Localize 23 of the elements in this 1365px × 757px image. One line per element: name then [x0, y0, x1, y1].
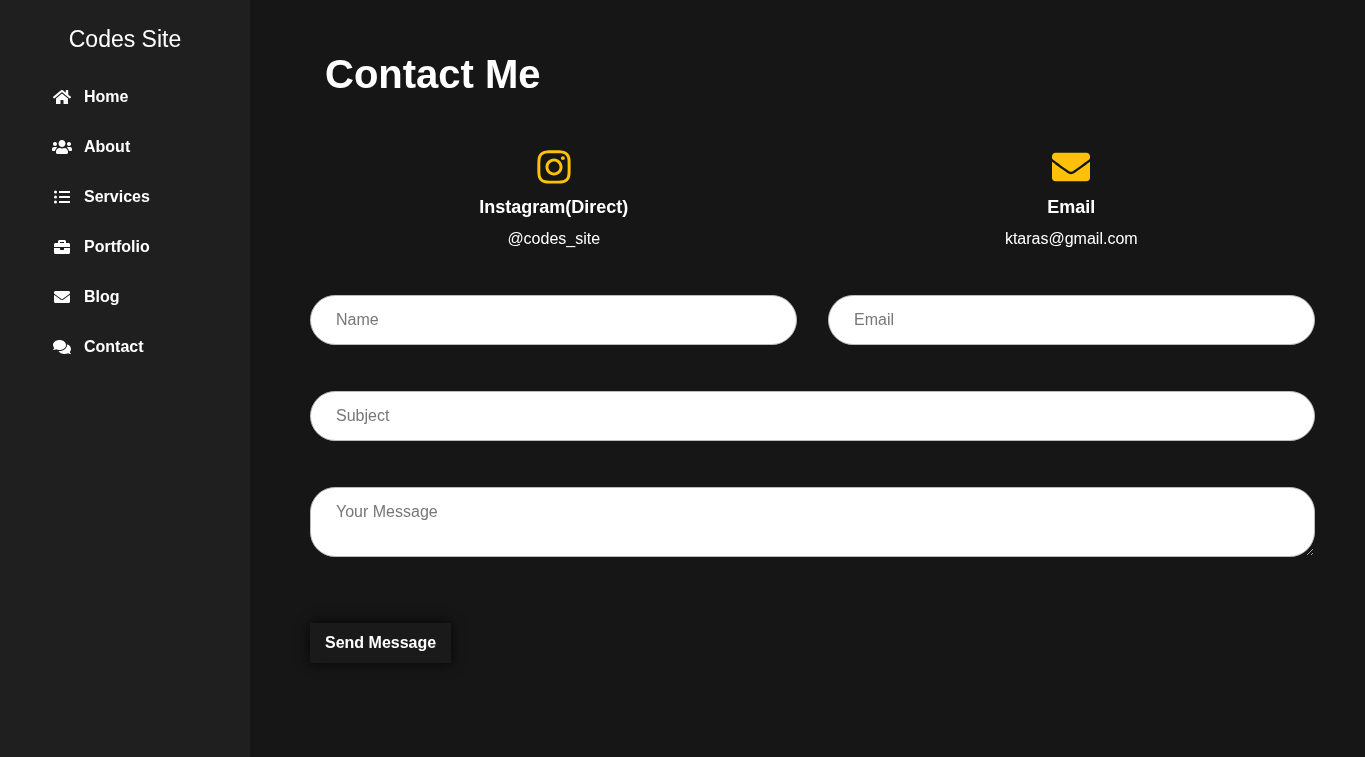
briefcase-icon — [52, 239, 72, 255]
contact-title: Instagram(Direct) — [479, 196, 629, 219]
name-field[interactable]: Name — [310, 295, 797, 345]
nav-link[interactable]: Portfolio — [52, 234, 250, 260]
site-title: Codes Site — [67, 25, 183, 54]
nav-link[interactable]: Services — [52, 184, 250, 210]
contact-value: ktaras@gmail.com — [1004, 229, 1138, 249]
nav-link[interactable]: Blog — [52, 284, 250, 310]
users-icon — [52, 139, 72, 155]
nav-link[interactable]: About — [52, 134, 250, 160]
contact-title: Email — [1047, 196, 1096, 219]
list-icon — [52, 189, 72, 205]
send-button[interactable]: Send Message — [310, 623, 452, 663]
subject-field[interactable]: Subject — [310, 391, 1315, 441]
contact-value: @codes_site — [507, 229, 601, 249]
chat-icon — [52, 339, 72, 355]
page-heading: Contact Me — [324, 51, 541, 98]
nav-link[interactable]: Contact — [52, 334, 250, 360]
email-field[interactable]: Email — [828, 295, 1315, 345]
envelope-icon — [52, 289, 72, 305]
message-field[interactable]: Your Message — [310, 487, 1315, 557]
home-icon — [52, 89, 72, 105]
nav-link[interactable]: Home — [52, 84, 250, 110]
